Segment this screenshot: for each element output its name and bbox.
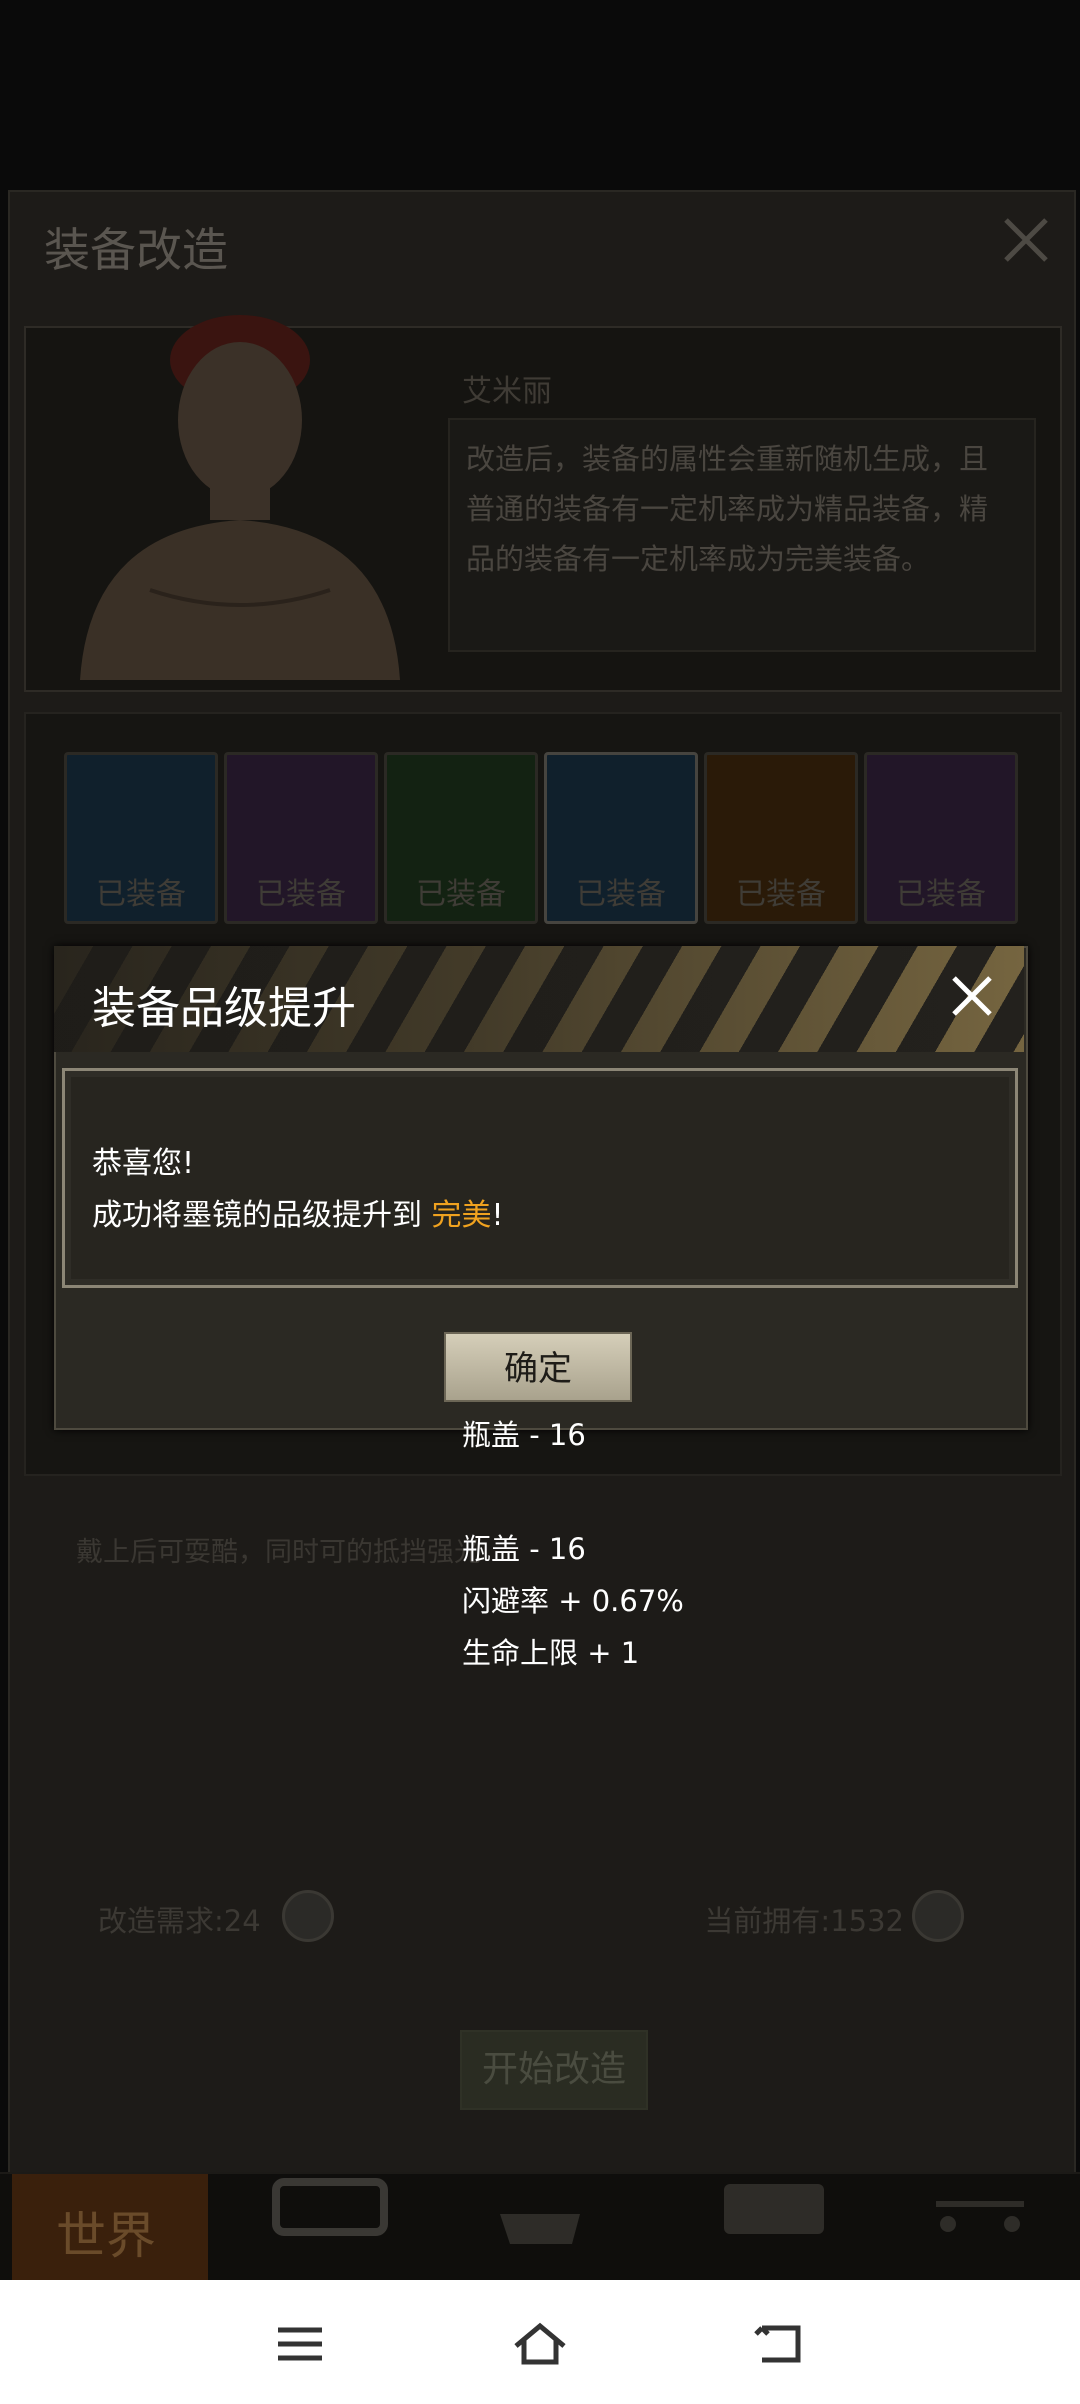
character-name: 艾米丽 xyxy=(462,374,552,409)
anvil-icon[interactable] xyxy=(480,2174,680,2282)
stat-line: 闪避率 + 0.67% xyxy=(462,1584,684,1618)
owned-label: 当前拥有:1532 xyxy=(704,1904,904,1938)
congrats-text: 恭喜您! xyxy=(92,1146,195,1181)
bottle-cap-icon xyxy=(912,1890,964,1942)
stat-line: 瓶盖 - 16 xyxy=(462,1532,586,1566)
panel-title: 装备改造 xyxy=(44,223,228,277)
cost-label: 改造需求:24 xyxy=(98,1904,261,1938)
equipment-slot[interactable]: 已装备 xyxy=(224,752,378,924)
tab-world[interactable]: 世界 xyxy=(12,2174,208,2282)
cost-row: 改造需求:24 当前拥有:1532 xyxy=(56,1878,1024,1948)
slot-label: 已装备 xyxy=(256,877,346,912)
bottom-tab-bar: 世界 xyxy=(0,2172,1080,2282)
slot-label: 已装备 xyxy=(736,877,826,912)
equipment-slot[interactable]: 已装备 xyxy=(704,752,858,924)
quality-label: 完美 xyxy=(431,1198,492,1233)
character-portrait xyxy=(80,315,400,680)
stat-line: 生命上限 + 1 xyxy=(462,1636,640,1670)
tab-world-label: 世界 xyxy=(56,2207,156,2265)
equipment-slot-selected[interactable]: 已装备 xyxy=(544,752,698,924)
slot-label: 已装备 xyxy=(576,877,666,912)
back-icon[interactable] xyxy=(752,2320,808,2368)
menu-icon[interactable] xyxy=(272,2320,328,2368)
dialog-title: 装备品级提升 xyxy=(92,983,356,1034)
slot-label: 已装备 xyxy=(416,877,506,912)
cart-icon[interactable] xyxy=(920,2174,1080,2282)
item-description: 戴上后可耍酷，同时可的抵挡强光 xyxy=(76,1537,481,1568)
upgrade-message-text: 成功将墨镜的品级提升到 xyxy=(92,1198,432,1233)
close-icon[interactable] xyxy=(998,212,1054,268)
home-icon[interactable] xyxy=(512,2320,568,2368)
bottle-cap-icon xyxy=(282,1890,334,1942)
building-icon[interactable] xyxy=(700,2174,900,2282)
start-modify-button[interactable]: 开始改造 xyxy=(460,2030,648,2110)
system-nav-bar xyxy=(0,2280,1080,2404)
description-text: 改造后，装备的属性会重新随机生成，且普通的装备有一定机率成为精品装备，精品的装备… xyxy=(466,442,989,576)
equipment-slot[interactable]: 已装备 xyxy=(864,752,1018,924)
upgrade-message-end: ! xyxy=(491,1198,504,1233)
equipment-slot[interactable]: 已装备 xyxy=(64,752,218,924)
backpack-icon[interactable] xyxy=(264,2174,464,2282)
upgrade-message: 成功将墨镜的品级提升到 完美! xyxy=(92,1190,504,1234)
message-box xyxy=(62,1068,1018,1288)
equipment-slot[interactable]: 已装备 xyxy=(384,752,538,924)
slot-label: 已装备 xyxy=(96,877,186,912)
stat-line: 瓶盖 - 16 xyxy=(462,1418,586,1452)
confirm-button[interactable]: 确定 xyxy=(444,1332,632,1402)
slot-label: 已装备 xyxy=(896,877,986,912)
close-icon[interactable] xyxy=(944,968,1000,1024)
